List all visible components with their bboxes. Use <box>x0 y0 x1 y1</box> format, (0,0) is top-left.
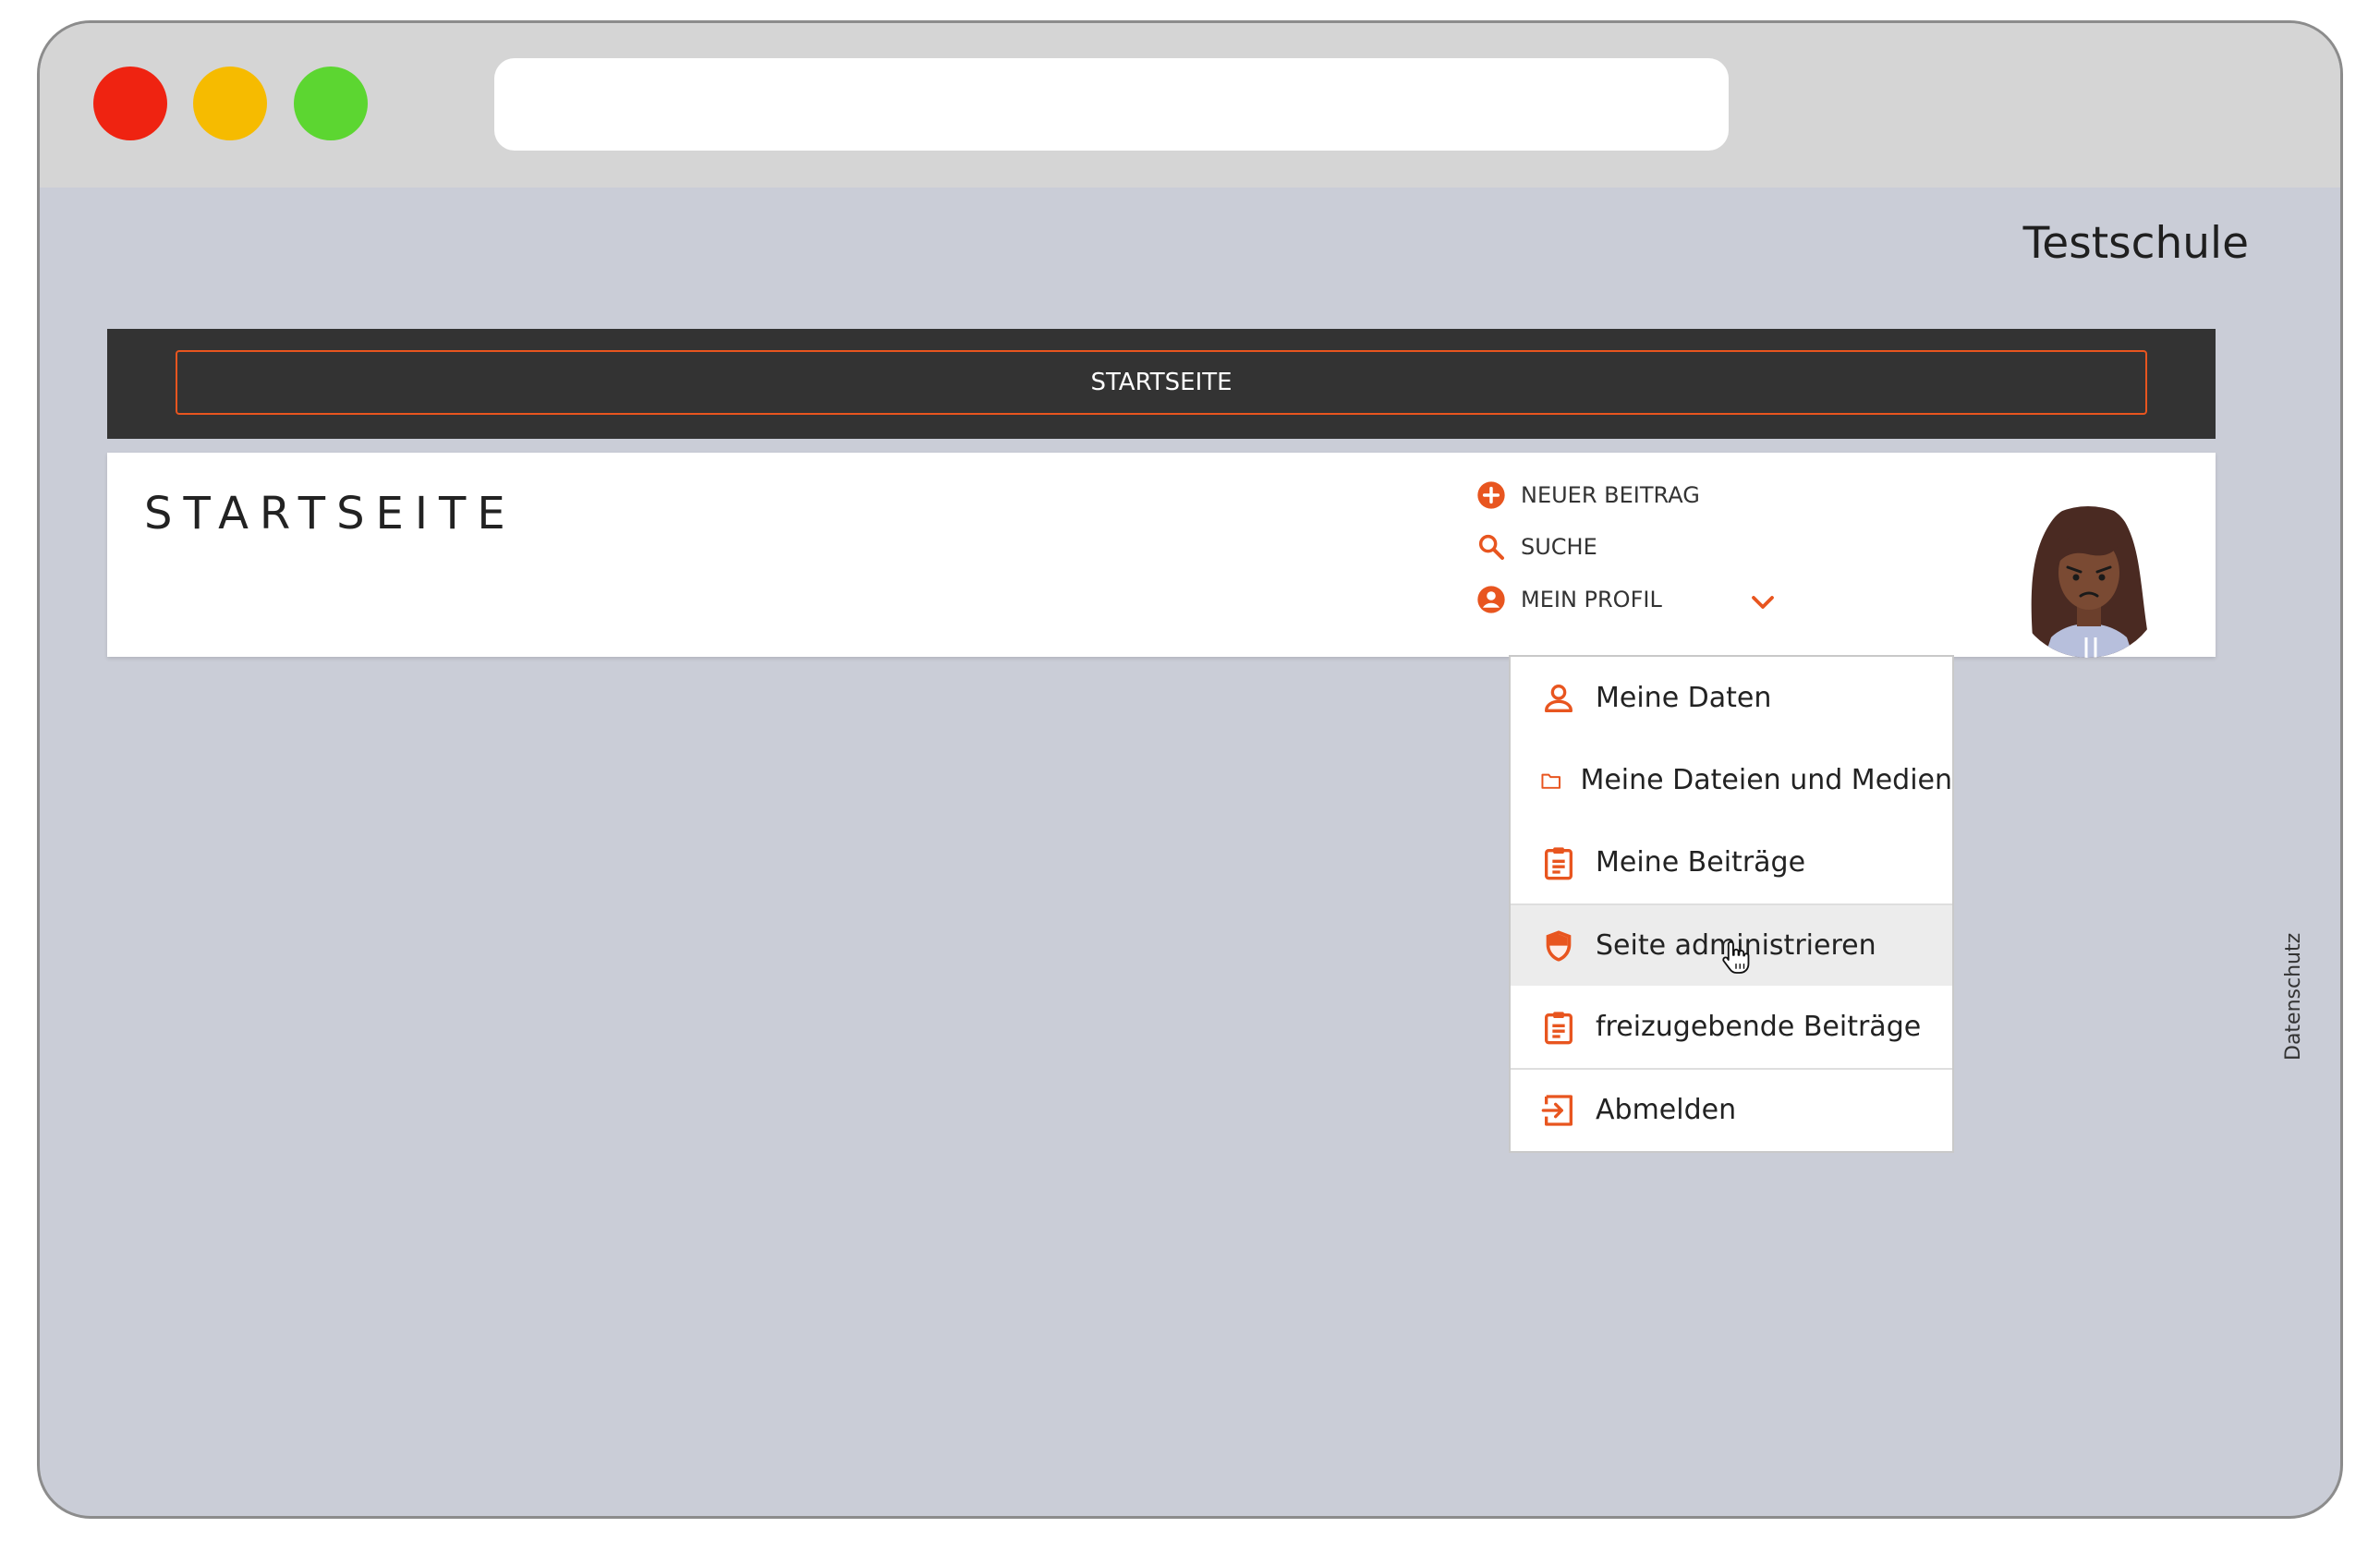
shield-icon <box>1546 929 1572 962</box>
page-title: STARTSEITE <box>144 488 516 540</box>
logout-icon <box>1541 1094 1572 1126</box>
menu-item-label: Abmelden <box>1596 1094 1737 1126</box>
my-profile-label: MEIN PROFIL <box>1521 587 1662 612</box>
menu-item-label: Meine Beiträge <box>1596 846 1806 879</box>
address-bar[interactable] <box>494 58 1729 151</box>
maximize-window-button[interactable] <box>294 67 368 140</box>
clipboard-icon <box>1545 846 1572 879</box>
new-post-button[interactable]: NEUER BEITRAG <box>1476 480 1700 510</box>
main-navigation: STARTSEITE <box>107 329 2216 439</box>
account-circle-icon <box>1477 586 1505 613</box>
menu-item-my-files[interactable]: Meine Dateien und Medien <box>1511 739 1952 821</box>
profile-dropdown-menu: Meine Daten Meine Dateien und Medien Mei… <box>1509 655 1954 1153</box>
search-button[interactable]: SUCHE <box>1476 532 1597 562</box>
close-window-button[interactable] <box>93 67 167 140</box>
nav-item-startseite[interactable]: STARTSEITE <box>176 350 2147 415</box>
chevron-down-icon[interactable] <box>1749 588 1777 616</box>
menu-item-posts-to-approve[interactable]: freizugebende Beiträge <box>1511 986 1952 1068</box>
page-header: STARTSEITE NEUER BEITRAG SUCHE MEIN PROF… <box>107 453 2216 657</box>
my-profile-button[interactable]: MEIN PROFIL <box>1476 585 1662 614</box>
search-icon <box>1478 534 1504 560</box>
folder-icon <box>1541 773 1561 789</box>
clipboard-icon <box>1545 1011 1572 1044</box>
new-post-label: NEUER BEITRAG <box>1521 482 1700 508</box>
minimize-window-button[interactable] <box>193 67 267 140</box>
browser-titlebar <box>40 23 2340 188</box>
menu-item-label: Meine Dateien und Medien <box>1580 764 1952 796</box>
browser-window <box>37 20 2343 1519</box>
plus-circle-icon <box>1477 481 1505 509</box>
menu-item-label: freizugebende Beiträge <box>1596 1011 1922 1043</box>
menu-item-my-posts[interactable]: Meine Beiträge <box>1511 821 1952 903</box>
privacy-link[interactable]: Datenschutz <box>2282 933 2305 1061</box>
menu-item-my-data[interactable]: Meine Daten <box>1511 657 1952 739</box>
user-avatar[interactable] <box>2014 490 2162 665</box>
menu-item-logout[interactable]: Abmelden <box>1511 1068 1952 1150</box>
search-label: SUCHE <box>1521 534 1597 560</box>
site-title: Testschule <box>2022 218 2249 269</box>
person-icon <box>1545 684 1572 712</box>
hand-cursor-icon <box>1722 940 1750 974</box>
menu-item-label: Meine Daten <box>1596 682 1772 714</box>
